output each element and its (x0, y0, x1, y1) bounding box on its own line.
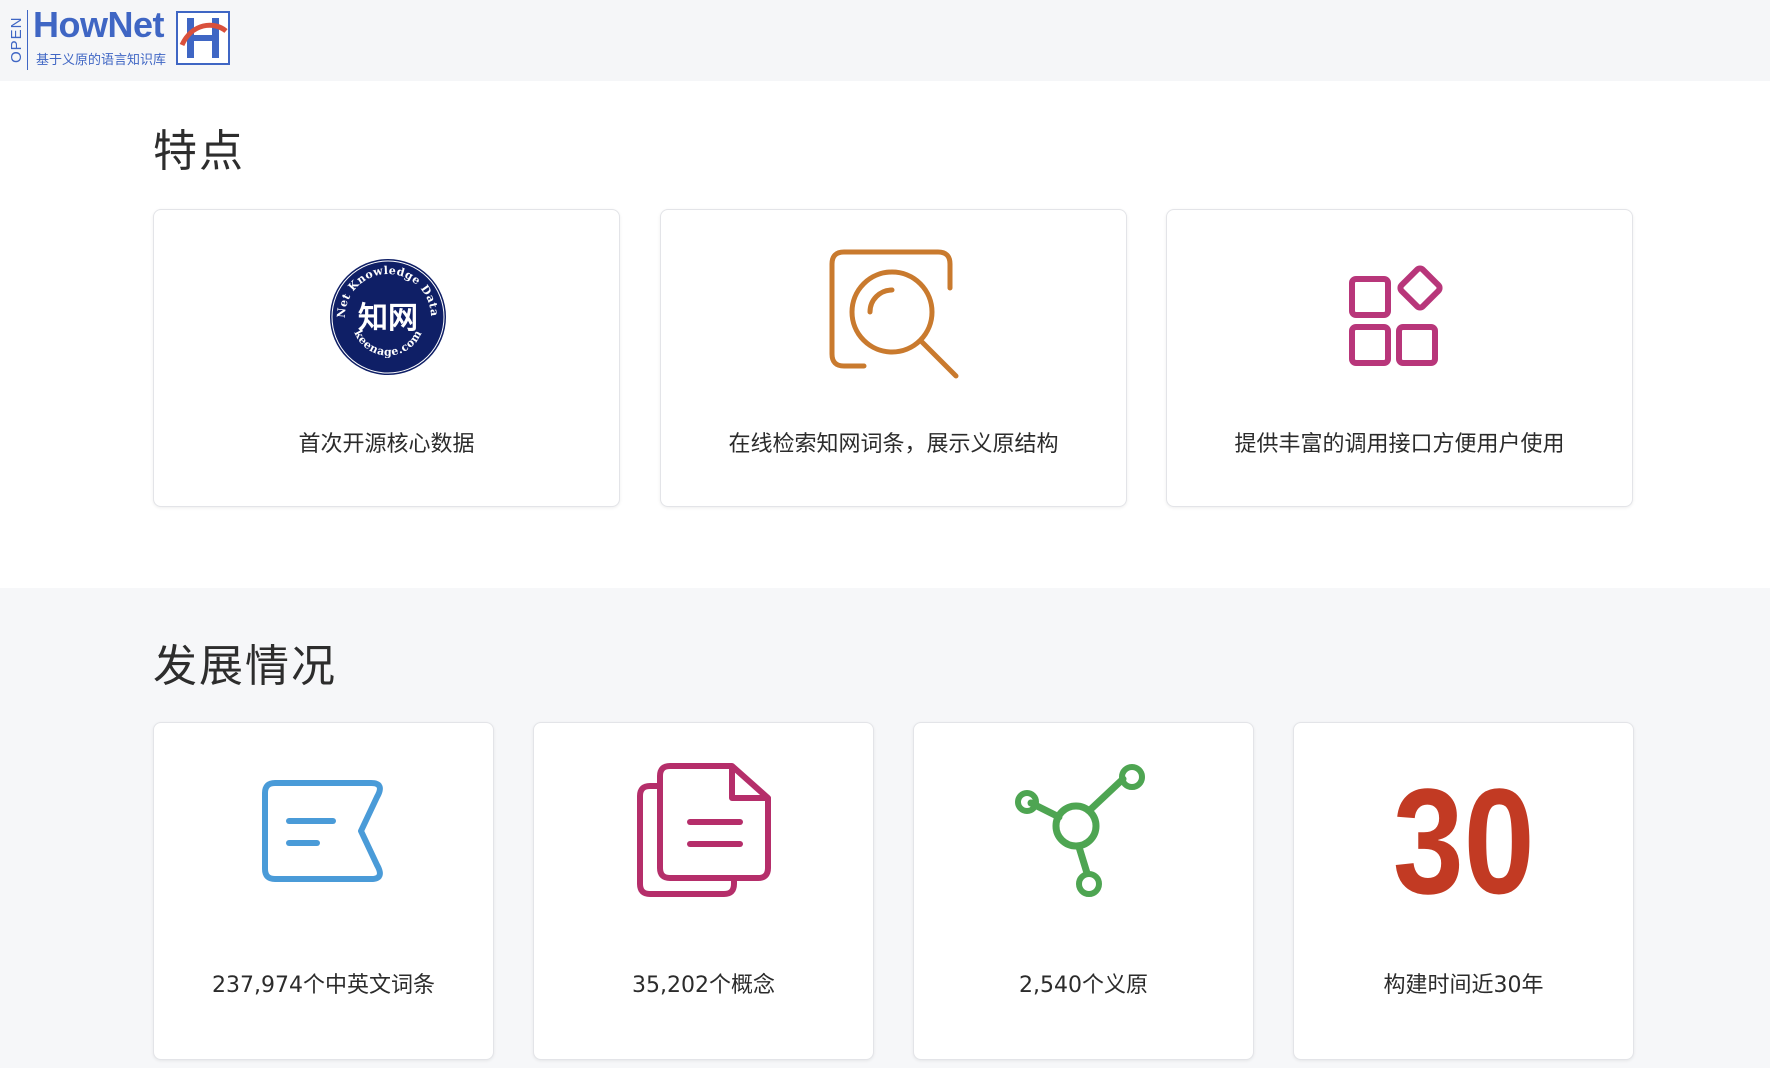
features-section: 特点 HowNet Knowledge Database keenage.com… (0, 81, 1770, 588)
stat-card-concepts: 35,202个概念 (533, 722, 874, 1060)
number-30-text: 30 (1394, 765, 1534, 905)
feature-card-api: 提供丰富的调用接口方便用户使用 (1166, 209, 1633, 507)
search-icon (829, 249, 959, 379)
stat-card-sememes: 2,540个义原 (913, 722, 1254, 1060)
seal-center-text: 知网 (358, 301, 418, 336)
logo-name: HowNet (33, 4, 165, 45)
site-header: OPEN HowNet 基于义原的语言知识库 (0, 0, 1770, 81)
stat-label: 35,202个概念 (632, 973, 775, 998)
feature-label: 首次开源核心数据 (298, 432, 475, 457)
progress-title: 发展情况 (153, 641, 337, 692)
feature-label: 在线检索知网词条，展示义原结构 (728, 432, 1059, 457)
logo-subtitle: 基于义原的语言知识库 (36, 53, 167, 68)
logo-open-text: OPEN (8, 16, 25, 64)
knowledge-database-seal-icon: HowNet Knowledge Database keenage.com 知网 (329, 258, 446, 375)
progress-section: 发展情况 237,974个中英文词条 35,202个概念 2,540个义原 30… (0, 588, 1770, 1068)
stat-card-entries: 237,974个中英文词条 (153, 722, 494, 1060)
logo-divider (27, 10, 28, 70)
feature-card-online-search: 在线检索知网词条，展示义原结构 (660, 209, 1127, 507)
stat-label: 2,540个义原 (1019, 973, 1148, 998)
features-title: 特点 (153, 126, 245, 177)
feature-card-open-data: HowNet Knowledge Database keenage.com 知网… (153, 209, 620, 507)
feature-label: 提供丰富的调用接口方便用户使用 (1234, 432, 1565, 457)
documents-icon (637, 763, 771, 897)
network-nodes-icon (1015, 764, 1145, 897)
apps-grid-icon (1349, 265, 1443, 366)
number-30-icon: 30 (1394, 765, 1534, 905)
entry-tag-icon (262, 780, 383, 882)
stat-card-years: 30 构建时间近30年 (1293, 722, 1634, 1060)
logo-h-mark-icon (176, 11, 230, 65)
stat-label: 构建时间近30年 (1383, 973, 1544, 998)
stat-label: 237,974个中英文词条 (212, 973, 435, 998)
